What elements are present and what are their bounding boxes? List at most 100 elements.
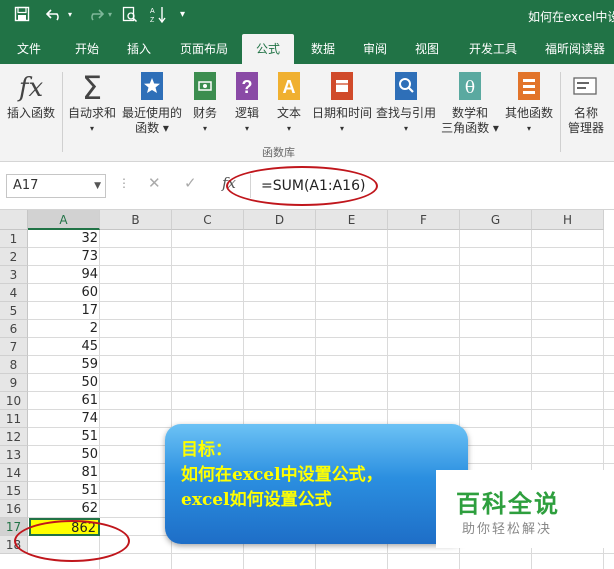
- cell-a[interactable]: 17: [29, 302, 100, 320]
- row-header[interactable]: 14: [0, 464, 28, 482]
- sigma-icon: Σ: [81, 69, 103, 107]
- grid-row-line: [28, 301, 614, 302]
- row-header[interactable]: 11: [0, 410, 28, 428]
- cell-a[interactable]: 45: [29, 338, 100, 356]
- document-title: 如何在excel中设: [528, 10, 614, 24]
- svg-text:A: A: [150, 8, 155, 15]
- customize-toolbar-icon[interactable]: ▾: [180, 9, 185, 20]
- tab-0[interactable]: 文件: [4, 34, 54, 64]
- grid-row-line: [28, 319, 614, 320]
- undo-dropdown-icon[interactable]: ▾: [68, 10, 72, 19]
- grid-row-line: [28, 373, 614, 374]
- column-header-h[interactable]: H: [532, 210, 604, 230]
- cell-a[interactable]: 50: [29, 374, 100, 392]
- column-header-d[interactable]: D: [244, 210, 316, 230]
- tab-5[interactable]: 数据: [300, 34, 346, 64]
- recently-used-button[interactable]: 最近使用的 函数 ▾: [120, 70, 184, 136]
- cell-a[interactable]: 51: [29, 482, 100, 500]
- tab-7[interactable]: 视图: [404, 34, 450, 64]
- row-header[interactable]: 1: [0, 230, 28, 248]
- name-manager-button[interactable]: 名称 管理器: [564, 70, 608, 136]
- row-header[interactable]: 12: [0, 428, 28, 446]
- select-all-corner[interactable]: [0, 210, 28, 230]
- row-header[interactable]: 6: [0, 320, 28, 338]
- grid-row-line: [28, 247, 614, 248]
- tab-1[interactable]: 开始: [62, 34, 112, 64]
- logical-button[interactable]: ? 逻辑 ▾: [230, 70, 264, 136]
- name-box-dropdown-icon[interactable]: ▼: [94, 175, 101, 197]
- cell-a[interactable]: 61: [29, 392, 100, 410]
- svg-text:A: A: [283, 77, 296, 97]
- goal-banner: 目标： 如何在excel中设置公式， excel如何设置公式: [165, 424, 468, 544]
- row-header[interactable]: 13: [0, 446, 28, 464]
- insert-function-button[interactable]: fx 插入函数: [4, 70, 58, 121]
- ribbon-separator: [62, 72, 63, 152]
- column-header-a[interactable]: A: [28, 210, 100, 230]
- column-header-g[interactable]: G: [460, 210, 532, 230]
- cell-a[interactable]: 94: [29, 266, 100, 284]
- svg-text:Z: Z: [150, 17, 155, 23]
- redo-dropdown-icon[interactable]: ▾: [108, 10, 112, 19]
- cell-a[interactable]: 73: [29, 248, 100, 266]
- question-book-icon: ?: [230, 70, 264, 106]
- grid-row-line: [28, 409, 614, 410]
- formula-bar-splitter[interactable]: ⋮: [118, 176, 130, 190]
- cell-a[interactable]: 32: [29, 230, 100, 248]
- cell-a[interactable]: 81: [29, 464, 100, 482]
- watermark: 百科全说 助你轻松解决: [436, 470, 614, 548]
- tab-9[interactable]: 福昕阅读器: [536, 34, 614, 64]
- enter-icon[interactable]: ✓: [184, 174, 197, 192]
- svg-text:θ: θ: [465, 78, 475, 98]
- print-preview-icon[interactable]: [122, 6, 138, 27]
- cell-a[interactable]: 74: [29, 410, 100, 428]
- cell-a[interactable]: 59: [29, 356, 100, 374]
- row-header[interactable]: 5: [0, 302, 28, 320]
- row-header[interactable]: 2: [0, 248, 28, 266]
- tab-6[interactable]: 审阅: [352, 34, 398, 64]
- formula-annotation-circle: [226, 166, 378, 206]
- undo-icon[interactable]: [45, 6, 64, 26]
- lookup-book-icon: [376, 70, 436, 106]
- watermark-logo-text: 百科全说: [456, 490, 560, 518]
- row-header[interactable]: 10: [0, 392, 28, 410]
- cancel-icon[interactable]: ✕: [148, 174, 161, 192]
- autosum-button[interactable]: Σ 自动求和 ▾: [66, 70, 118, 136]
- redo-icon[interactable]: [86, 6, 105, 26]
- more-functions-button[interactable]: 其他函数 ▾: [502, 70, 556, 136]
- grid-row-line: [28, 355, 614, 356]
- cell-a[interactable]: 62: [29, 500, 100, 518]
- cell-a[interactable]: 50: [29, 446, 100, 464]
- tab-3[interactable]: 页面布局: [172, 34, 236, 64]
- row-header[interactable]: 3: [0, 266, 28, 284]
- cell-a[interactable]: 51: [29, 428, 100, 446]
- name-box[interactable]: A17 ▼: [6, 174, 106, 198]
- tab-4[interactable]: 公式: [242, 34, 294, 64]
- save-icon[interactable]: [14, 6, 30, 26]
- text-button[interactable]: A 文本 ▾: [272, 70, 306, 136]
- row-header[interactable]: 4: [0, 284, 28, 302]
- column-header-b[interactable]: B: [100, 210, 172, 230]
- row-header[interactable]: 8: [0, 356, 28, 374]
- tab-8[interactable]: 开发工具: [458, 34, 528, 64]
- row-header[interactable]: 15: [0, 482, 28, 500]
- financial-button[interactable]: 财务 ▾: [188, 70, 222, 136]
- cell-a[interactable]: 60: [29, 284, 100, 302]
- row-header[interactable]: 9: [0, 374, 28, 392]
- column-header-f[interactable]: F: [388, 210, 460, 230]
- sum-annotation-circle: [14, 520, 130, 562]
- lookup-button[interactable]: 查找与引用 ▾: [376, 70, 436, 136]
- row-header[interactable]: 7: [0, 338, 28, 356]
- sort-icon[interactable]: AZ: [150, 6, 168, 27]
- datetime-button[interactable]: 日期和时间 ▾: [310, 70, 374, 136]
- grid-row-line: [28, 337, 614, 338]
- tab-2[interactable]: 插入: [116, 34, 162, 64]
- grid-row-line: [28, 391, 614, 392]
- fx-icon: fx: [18, 73, 44, 103]
- column-header-e[interactable]: E: [316, 210, 388, 230]
- column-header-c[interactable]: C: [172, 210, 244, 230]
- row-header[interactable]: 16: [0, 500, 28, 518]
- ribbon-formulas: fx 插入函数 Σ 自动求和 ▾ 最近使用的 函数 ▾ 财务 ▾ ? 逻辑 ▾ …: [0, 64, 614, 162]
- cell-a[interactable]: 2: [29, 320, 100, 338]
- math-trig-button[interactable]: θ 数学和 三角函数 ▾: [440, 70, 500, 136]
- title-bar: ▾ ▾ AZ ▾ 如何在excel中设: [0, 0, 614, 34]
